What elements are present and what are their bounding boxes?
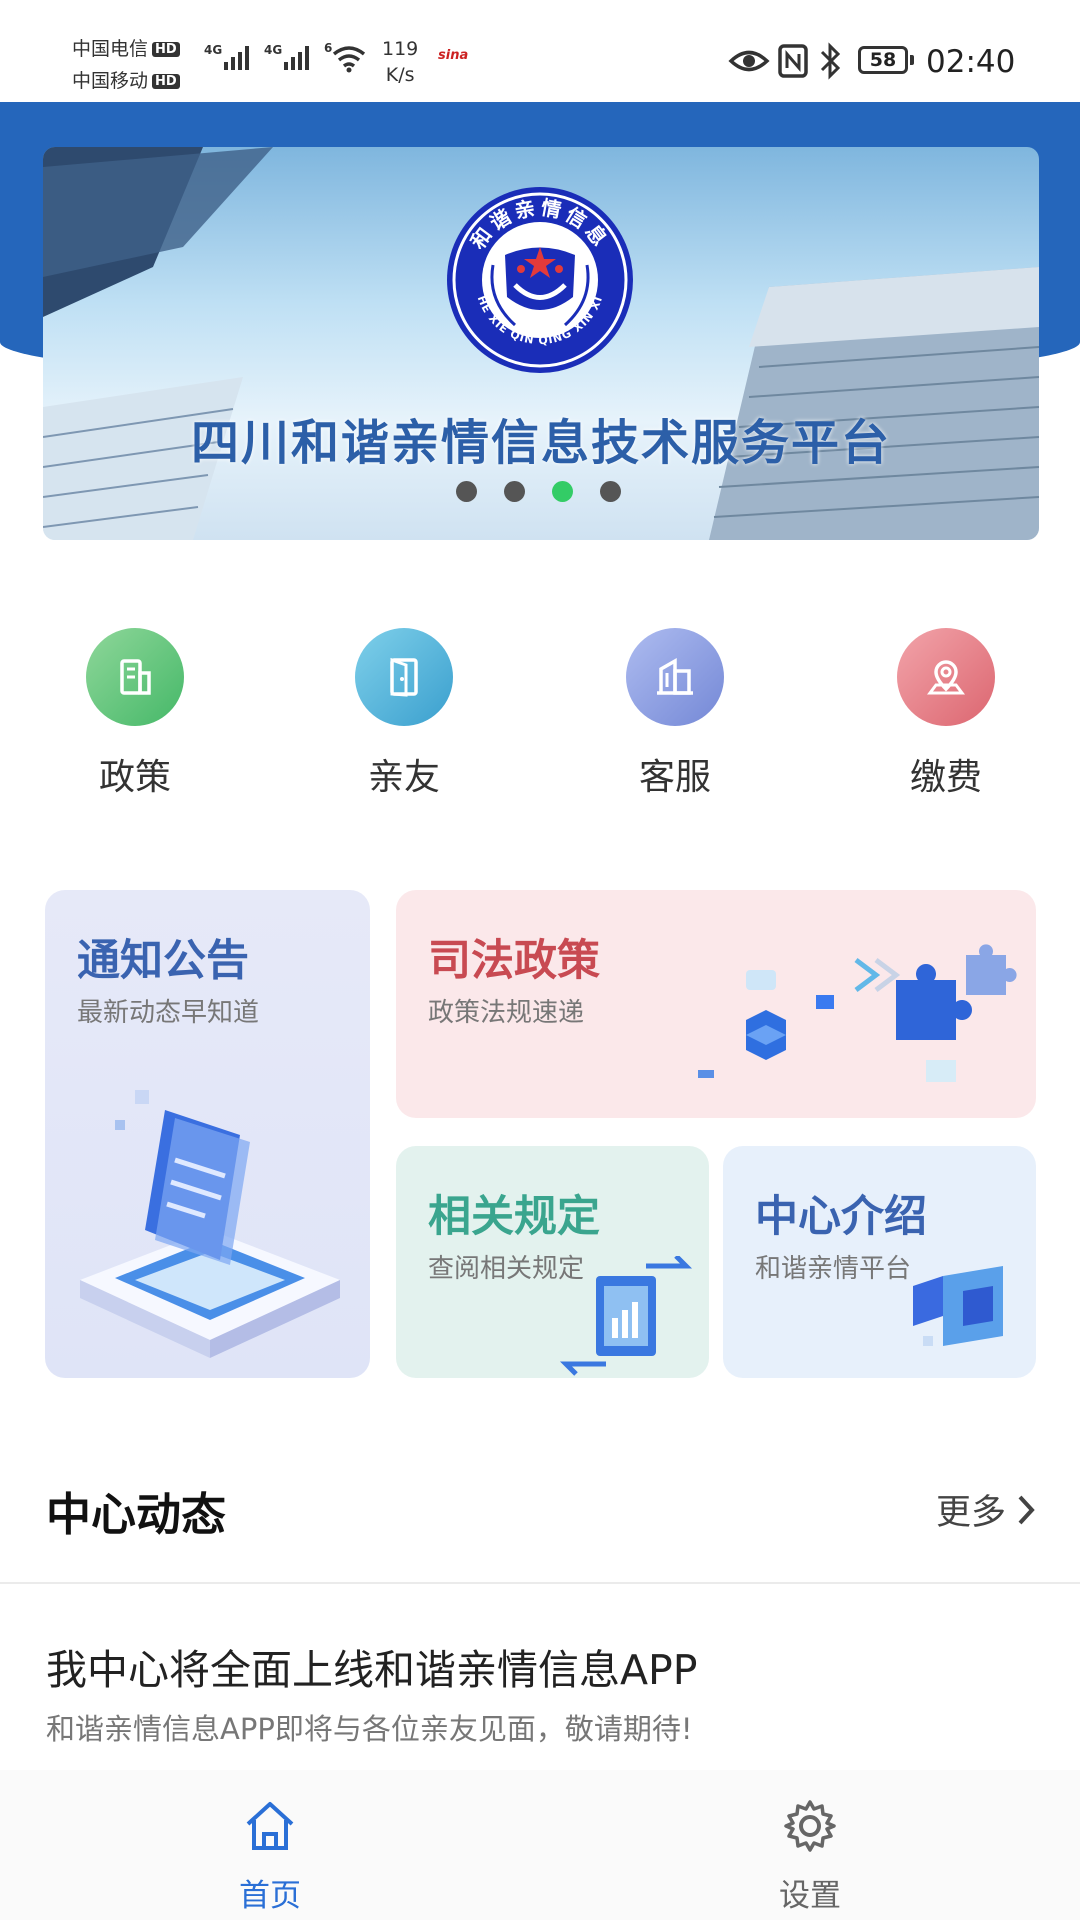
building-icon xyxy=(86,628,184,726)
menu-item-relatives[interactable]: 亲友 xyxy=(324,628,484,800)
chevron-right-icon xyxy=(1018,1495,1035,1524)
card-title: 中心介绍 xyxy=(755,1192,927,1242)
report-illustration-icon xyxy=(559,1256,693,1376)
carousel-dot[interactable] xyxy=(456,481,477,502)
gear-icon xyxy=(784,1800,836,1852)
tab-home[interactable]: 首页 xyxy=(200,1798,340,1915)
carrier-1: 中国电信 HD xyxy=(72,34,180,61)
menu-item-label: 客服 xyxy=(638,757,711,798)
office-icon xyxy=(626,628,724,726)
carousel-dot[interactable] xyxy=(504,481,525,502)
tab-settings[interactable]: 设置 xyxy=(740,1798,880,1915)
divider xyxy=(0,1582,1080,1584)
document-illustration-icon xyxy=(80,1090,340,1358)
bottom-tab-bar: 首页 设置 xyxy=(0,1770,1080,1920)
signal-strength-icon: 4G xyxy=(264,43,309,70)
network-speed: 119 K/s xyxy=(382,38,419,86)
nfc-icon xyxy=(778,44,808,78)
home-icon xyxy=(246,1802,294,1850)
news-item-summary: 和谐亲情信息APP即将与各位亲友见面，敬请期待! xyxy=(46,1712,693,1746)
card-subtitle: 和谐亲情平台 xyxy=(755,1254,912,1284)
menu-item-service[interactable]: 客服 xyxy=(595,628,755,800)
card-judicial-policy[interactable]: 司法政策 政策法规速递 xyxy=(396,890,1036,1118)
sina-app-icon: sina xyxy=(438,48,469,63)
news-item-title[interactable]: 我中心将全面上线和谐亲情信息APP xyxy=(46,1636,698,1696)
card-subtitle: 政策法规速递 xyxy=(428,998,585,1028)
wifi-icon: 6 xyxy=(324,41,366,73)
status-bar: 中国电信 HD 中国移动 HD 4G 4G 6 119 K/s sina 58 02:… xyxy=(0,0,1080,102)
hd-badge: HD xyxy=(152,74,180,89)
battery-indicator: 58 xyxy=(858,46,914,74)
card-subtitle: 最新动态早知道 xyxy=(77,998,260,1028)
card-regulations[interactable]: 相关规定 查阅相关规定 xyxy=(396,1146,709,1378)
news-section-title: 中心动态 xyxy=(46,1488,227,1541)
more-link[interactable]: 更多 xyxy=(936,1484,1036,1535)
emblem-logo: 和谐亲情信息 HE XIE QIN QING XIN XI xyxy=(447,187,633,373)
menu-item-payment[interactable]: 缴费 xyxy=(866,628,1026,800)
card-title: 通知公告 xyxy=(77,936,249,986)
carousel-indicator[interactable] xyxy=(456,481,621,502)
door-icon xyxy=(355,628,453,726)
network-type-label: 4G xyxy=(264,43,282,57)
bluetooth-icon xyxy=(820,42,841,80)
hd-badge: HD xyxy=(152,42,180,57)
wifi-generation-label: 6 xyxy=(324,41,332,55)
eye-icon xyxy=(728,50,770,72)
card-title: 司法政策 xyxy=(428,936,600,986)
more-label: 更多 xyxy=(935,1493,1006,1533)
menu-item-label: 政策 xyxy=(98,757,171,798)
card-notice[interactable]: 通知公告 最新动态早知道 xyxy=(45,890,370,1378)
carousel-dot[interactable] xyxy=(600,481,621,502)
clock: 02:40 xyxy=(926,44,1016,80)
card-about-center[interactable]: 中心介绍 和谐亲情平台 xyxy=(723,1146,1036,1378)
menu-item-policy[interactable]: 政策 xyxy=(55,628,215,800)
location-pin-icon xyxy=(897,628,995,726)
tab-label: 设置 xyxy=(779,1878,841,1914)
carrier-2: 中国移动 HD xyxy=(72,66,180,93)
banner-title: 四川和谐亲情信息技术服务平台 xyxy=(190,415,891,471)
card-title: 相关规定 xyxy=(428,1192,600,1242)
network-type-label: 4G xyxy=(204,43,222,57)
tab-label: 首页 xyxy=(239,1878,301,1914)
banner-carousel[interactable]: 和谐亲情信息 HE XIE QIN QING XIN XI 四川和谐亲情信息技术… xyxy=(43,147,1039,540)
menu-item-label: 亲友 xyxy=(367,757,440,798)
skyscraper-left-image xyxy=(43,147,273,540)
carousel-dot-active[interactable] xyxy=(552,481,573,502)
signal-strength-icon: 4G xyxy=(204,43,249,70)
shield-illustration-icon xyxy=(913,1266,1003,1346)
menu-item-label: 缴费 xyxy=(909,757,982,798)
puzzle-illustration-icon xyxy=(698,944,1017,1082)
